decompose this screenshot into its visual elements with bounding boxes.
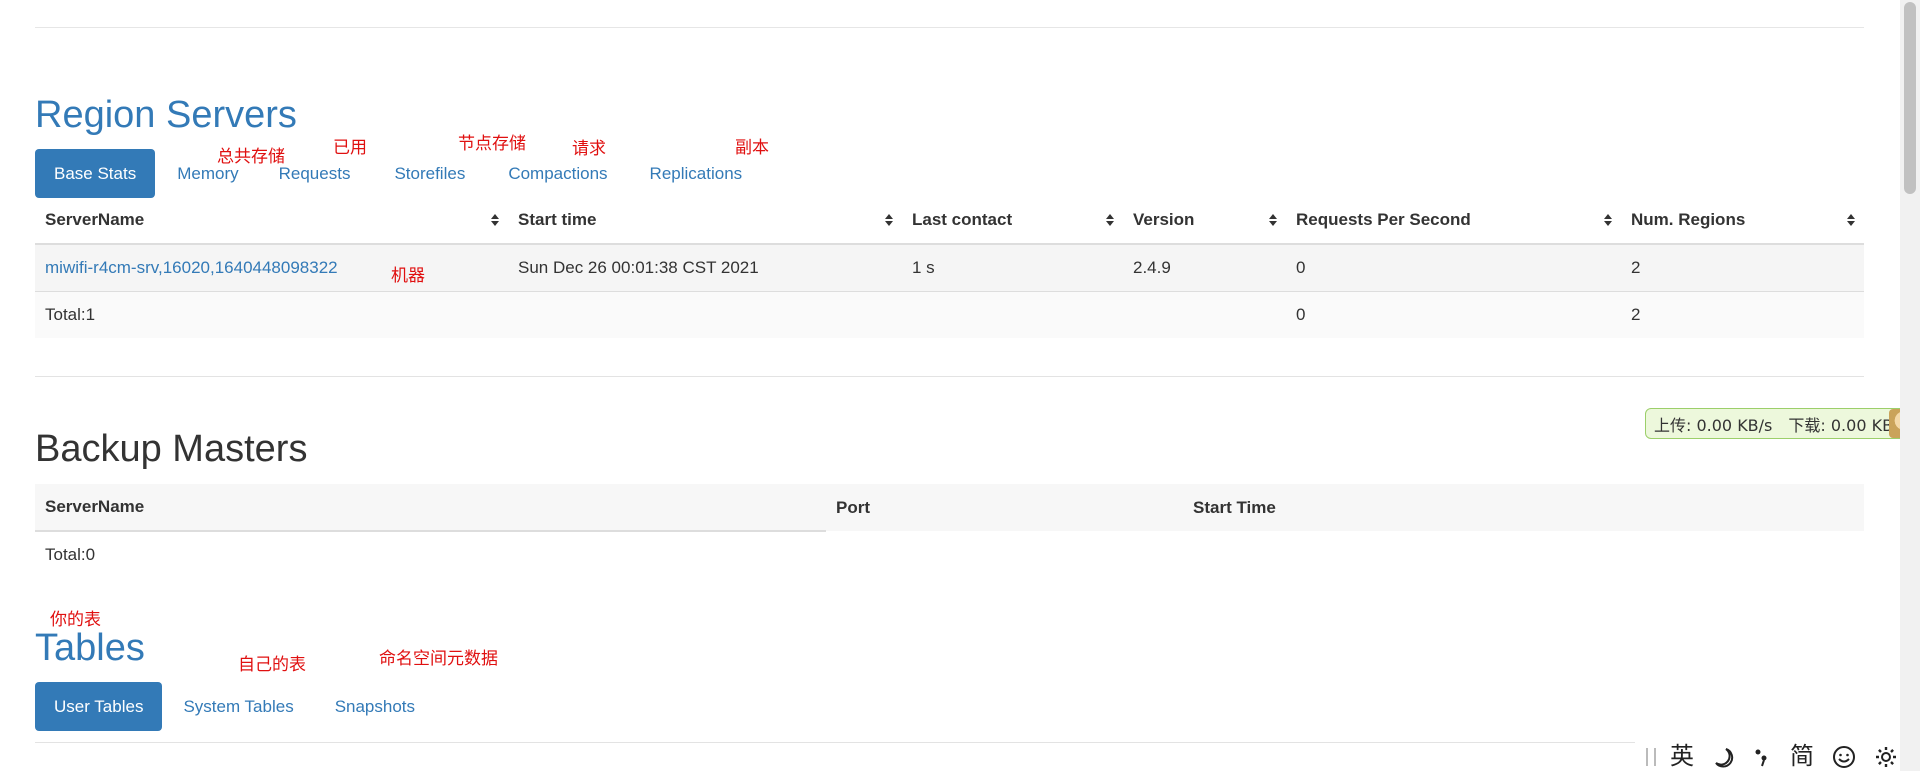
table-header-row: ServerName Port Start Time (35, 484, 1864, 532)
upload-speed: 上传: 0.00 KB/s (1654, 415, 1773, 435)
backup-masters-table: ServerName Port Start Time Total:0 (35, 484, 1864, 578)
column-header-servername[interactable]: ServerName (35, 484, 826, 532)
region-servers-tabs: Base Stats Memory Requests Storefiles Co… (35, 149, 742, 198)
column-header-num-regions[interactable]: Num. Regions (1621, 197, 1864, 245)
total-row: Total:1 0 2 (35, 291, 1864, 338)
sort-icon (491, 214, 499, 226)
annotation-requests: 已用 (333, 138, 367, 157)
table-row: miwifi-r4cm-srv,16020,1640448098322 Sun … (35, 243, 1864, 292)
column-header-servername[interactable]: ServerName (35, 197, 508, 245)
gear-icon[interactable] (1874, 745, 1898, 769)
table-header-row: ServerName Start time Last contact Versi… (35, 197, 1864, 245)
annotation-server: 机器 (391, 266, 425, 285)
tab-user-tables[interactable]: User Tables (35, 682, 163, 731)
backup-masters-title: Backup Masters (35, 428, 308, 470)
tab-requests[interactable]: Requests (279, 164, 351, 184)
total-label: Total:0 (45, 545, 96, 564)
annotation-snapshots: 命名空间元数据 (379, 649, 498, 668)
region-servers-title: Region Servers (35, 94, 297, 136)
last-contact-cell: 1 s (902, 243, 1123, 292)
moon-icon[interactable] (1712, 746, 1734, 768)
annotation-system-tables: 自己的表 (238, 655, 306, 674)
sort-icon (1106, 214, 1114, 226)
region-servers-table: ServerName Start time Last contact Versi… (35, 197, 1864, 338)
total-label: Total:1 (35, 291, 508, 338)
sort-icon (1269, 214, 1277, 226)
sort-icon (885, 214, 893, 226)
tab-replications[interactable]: Replications (650, 164, 743, 184)
column-header-requests-per-second[interactable]: Requests Per Second (1286, 197, 1621, 245)
sort-icon (1604, 214, 1612, 226)
sort-icon (1847, 214, 1855, 226)
tab-system-tables[interactable]: System Tables (183, 697, 293, 717)
annotation-replications: 副本 (735, 138, 769, 157)
tab-storefiles[interactable]: Storefiles (394, 164, 465, 184)
tables-tabs: User Tables System Tables Snapshots (35, 682, 415, 731)
tab-base-stats[interactable]: Base Stats (35, 149, 156, 198)
drag-handle[interactable] (1646, 747, 1656, 766)
language-toggle[interactable]: 英 (1670, 742, 1694, 771)
version-cell: 2.4.9 (1123, 243, 1286, 292)
column-header-last-contact[interactable]: Last contact (902, 197, 1123, 245)
tables-title: Tables (35, 627, 145, 669)
annotation-memory: 总共存储 (217, 147, 285, 166)
top-divider (35, 27, 1864, 28)
column-header-port[interactable]: Port (826, 484, 1183, 531)
total-regions: 2 (1621, 291, 1864, 338)
emoji-icon[interactable] (1832, 745, 1856, 769)
server-link[interactable]: miwifi-r4cm-srv,16020,1640448098322 (45, 258, 338, 277)
regions-cell: 2 (1621, 243, 1864, 292)
annotation-compactions: 请求 (572, 139, 606, 158)
network-speed-widget[interactable]: 上传: 0.00 KB/s 下载: 0.00 KB/s (1645, 408, 1920, 439)
simplified-toggle[interactable]: 简 (1790, 742, 1814, 771)
start-time-cell: Sun Dec 26 00:01:38 CST 2021 (508, 243, 902, 292)
annotation-tables: 你的表 (50, 610, 101, 629)
scrollbar[interactable] (1900, 0, 1920, 771)
column-header-start-time[interactable]: Start Time (1183, 484, 1864, 531)
column-header-version[interactable]: Version (1123, 197, 1286, 245)
ime-toolbar: 英 简 (1636, 742, 1920, 771)
annotation-storefiles: 节点存储 (458, 134, 526, 153)
section-divider (35, 742, 1635, 743)
total-row: Total:0 (35, 531, 1864, 578)
punctuation-icon[interactable] (1752, 746, 1772, 768)
scrollbar-thumb[interactable] (1904, 2, 1916, 194)
tab-memory[interactable]: Memory (177, 164, 238, 184)
column-header-start-time[interactable]: Start time (508, 197, 902, 245)
rps-cell: 0 (1286, 243, 1621, 292)
section-divider (35, 376, 1864, 377)
tab-snapshots[interactable]: Snapshots (335, 697, 415, 717)
tab-compactions[interactable]: Compactions (508, 164, 607, 184)
total-rps: 0 (1286, 291, 1621, 338)
